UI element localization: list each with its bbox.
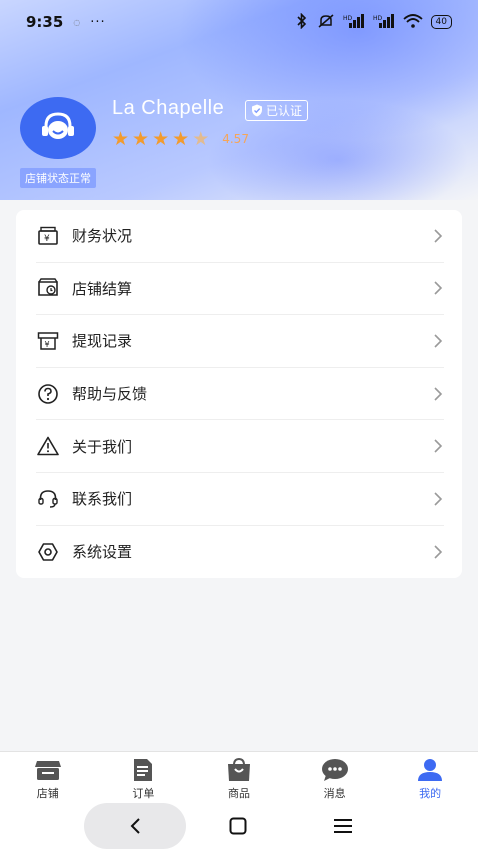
- tab-label: 我的: [419, 787, 442, 800]
- user-icon: [416, 758, 444, 782]
- star-icon: ★: [112, 128, 130, 150]
- menu-label: 帮助与反馈: [72, 385, 148, 404]
- nav-back-button[interactable]: [84, 803, 186, 849]
- shop-name: La Chapelle: [112, 97, 225, 119]
- tab-goods[interactable]: 商品: [191, 752, 287, 803]
- star-icon: ★: [152, 128, 170, 150]
- menu-item-settlement[interactable]: 店铺结算: [36, 263, 444, 316]
- avatar[interactable]: [20, 97, 96, 159]
- tab-messages[interactable]: 消息: [287, 752, 383, 803]
- rating-value: 4.57: [222, 132, 249, 146]
- help-icon: [36, 382, 60, 406]
- menu-label: 提现记录: [72, 332, 133, 351]
- tab-shop[interactable]: 店铺: [0, 752, 96, 803]
- shield-check-icon: [252, 104, 262, 117]
- headset-avatar-icon: [42, 112, 74, 139]
- signal-strength-icon-2: HD: [373, 13, 395, 31]
- menu-item-system-settings[interactable]: 系统设置: [36, 526, 444, 579]
- tab-label: 消息: [323, 787, 346, 800]
- warning-icon: [36, 434, 60, 458]
- status-time: 9:35: [26, 13, 64, 31]
- bluetooth-icon: [295, 12, 309, 32]
- chevron-right-icon: [434, 281, 443, 295]
- chevron-right-icon: [434, 229, 443, 243]
- menu-item-finance[interactable]: ¥ 财务状况: [36, 210, 444, 263]
- shop-profile: La Chapelle 已认证 ★ ★ ★ ★ ★ 4.57 店铺状态正常: [20, 97, 460, 192]
- menu-label: 系统设置: [72, 543, 133, 562]
- star-icon: ★: [172, 128, 190, 150]
- bottom-tab-bar: 店铺 订单 商品 消息 我的: [0, 751, 478, 803]
- signal-dot-icon: ◌: [73, 17, 81, 27]
- tab-label: 商品: [227, 787, 250, 800]
- svg-text:¥: ¥: [44, 234, 50, 244]
- tab-mine[interactable]: 我的: [382, 752, 478, 803]
- system-navigation-bar: [0, 803, 478, 850]
- nav-recents-button[interactable]: [333, 818, 353, 834]
- menu-item-contact-us[interactable]: 联系我们: [36, 473, 444, 526]
- shop-icon: [34, 758, 62, 782]
- rating-stars: ★ ★ ★ ★ ★ 4.57: [112, 129, 249, 149]
- star-icon: ★: [132, 128, 150, 150]
- tab-label: 店铺: [36, 787, 59, 800]
- svg-text:HD: HD: [373, 15, 383, 22]
- mute-icon: [317, 13, 335, 32]
- status-bar: 9:35 ◌ ··· HD HD 40: [0, 0, 478, 44]
- svg-text:¥: ¥: [45, 340, 50, 349]
- withdraw-record-icon: ¥: [36, 329, 60, 353]
- menu-label: 店铺结算: [72, 279, 133, 298]
- menu-item-about-us[interactable]: 关于我们: [36, 420, 444, 473]
- chevron-right-icon: [434, 439, 443, 453]
- svg-text:HD: HD: [343, 15, 353, 22]
- order-icon: [129, 758, 157, 782]
- chevron-right-icon: [434, 545, 443, 559]
- goods-bag-icon: [225, 758, 253, 782]
- chevron-right-icon: [434, 387, 443, 401]
- headset-icon: [36, 487, 60, 511]
- menu-label: 联系我们: [72, 490, 133, 509]
- menu-card: ¥ 财务状况 店铺结算 ¥ 提现记录 帮助与反馈 关于我们 联系我们 系统设置: [16, 210, 462, 578]
- status-more: ···: [90, 14, 106, 30]
- finance-icon: ¥: [36, 224, 60, 248]
- settlement-icon: [36, 276, 60, 300]
- nav-home-button[interactable]: [229, 817, 247, 835]
- battery-icon: 40: [430, 15, 452, 29]
- chevron-right-icon: [434, 334, 443, 348]
- chevron-right-icon: [434, 492, 443, 506]
- tab-label: 订单: [132, 787, 155, 800]
- menu-label: 关于我们: [72, 437, 133, 456]
- chevron-left-icon: [130, 818, 140, 834]
- menu-item-help-feedback[interactable]: 帮助与反馈: [36, 368, 444, 421]
- menu-item-withdraw-record[interactable]: ¥ 提现记录: [36, 315, 444, 368]
- verified-badge: 已认证: [245, 100, 309, 121]
- tab-orders[interactable]: 订单: [96, 752, 192, 803]
- star-empty-icon: ★: [192, 128, 210, 150]
- message-icon: [321, 758, 349, 782]
- settings-gear-icon: [36, 540, 60, 564]
- shop-status-badge: 店铺状态正常: [20, 168, 96, 188]
- signal-strength-icon: HD: [343, 13, 365, 31]
- menu-label: 财务状况: [72, 227, 133, 246]
- verified-label: 已认证: [266, 104, 303, 118]
- wifi-icon: [402, 13, 423, 31]
